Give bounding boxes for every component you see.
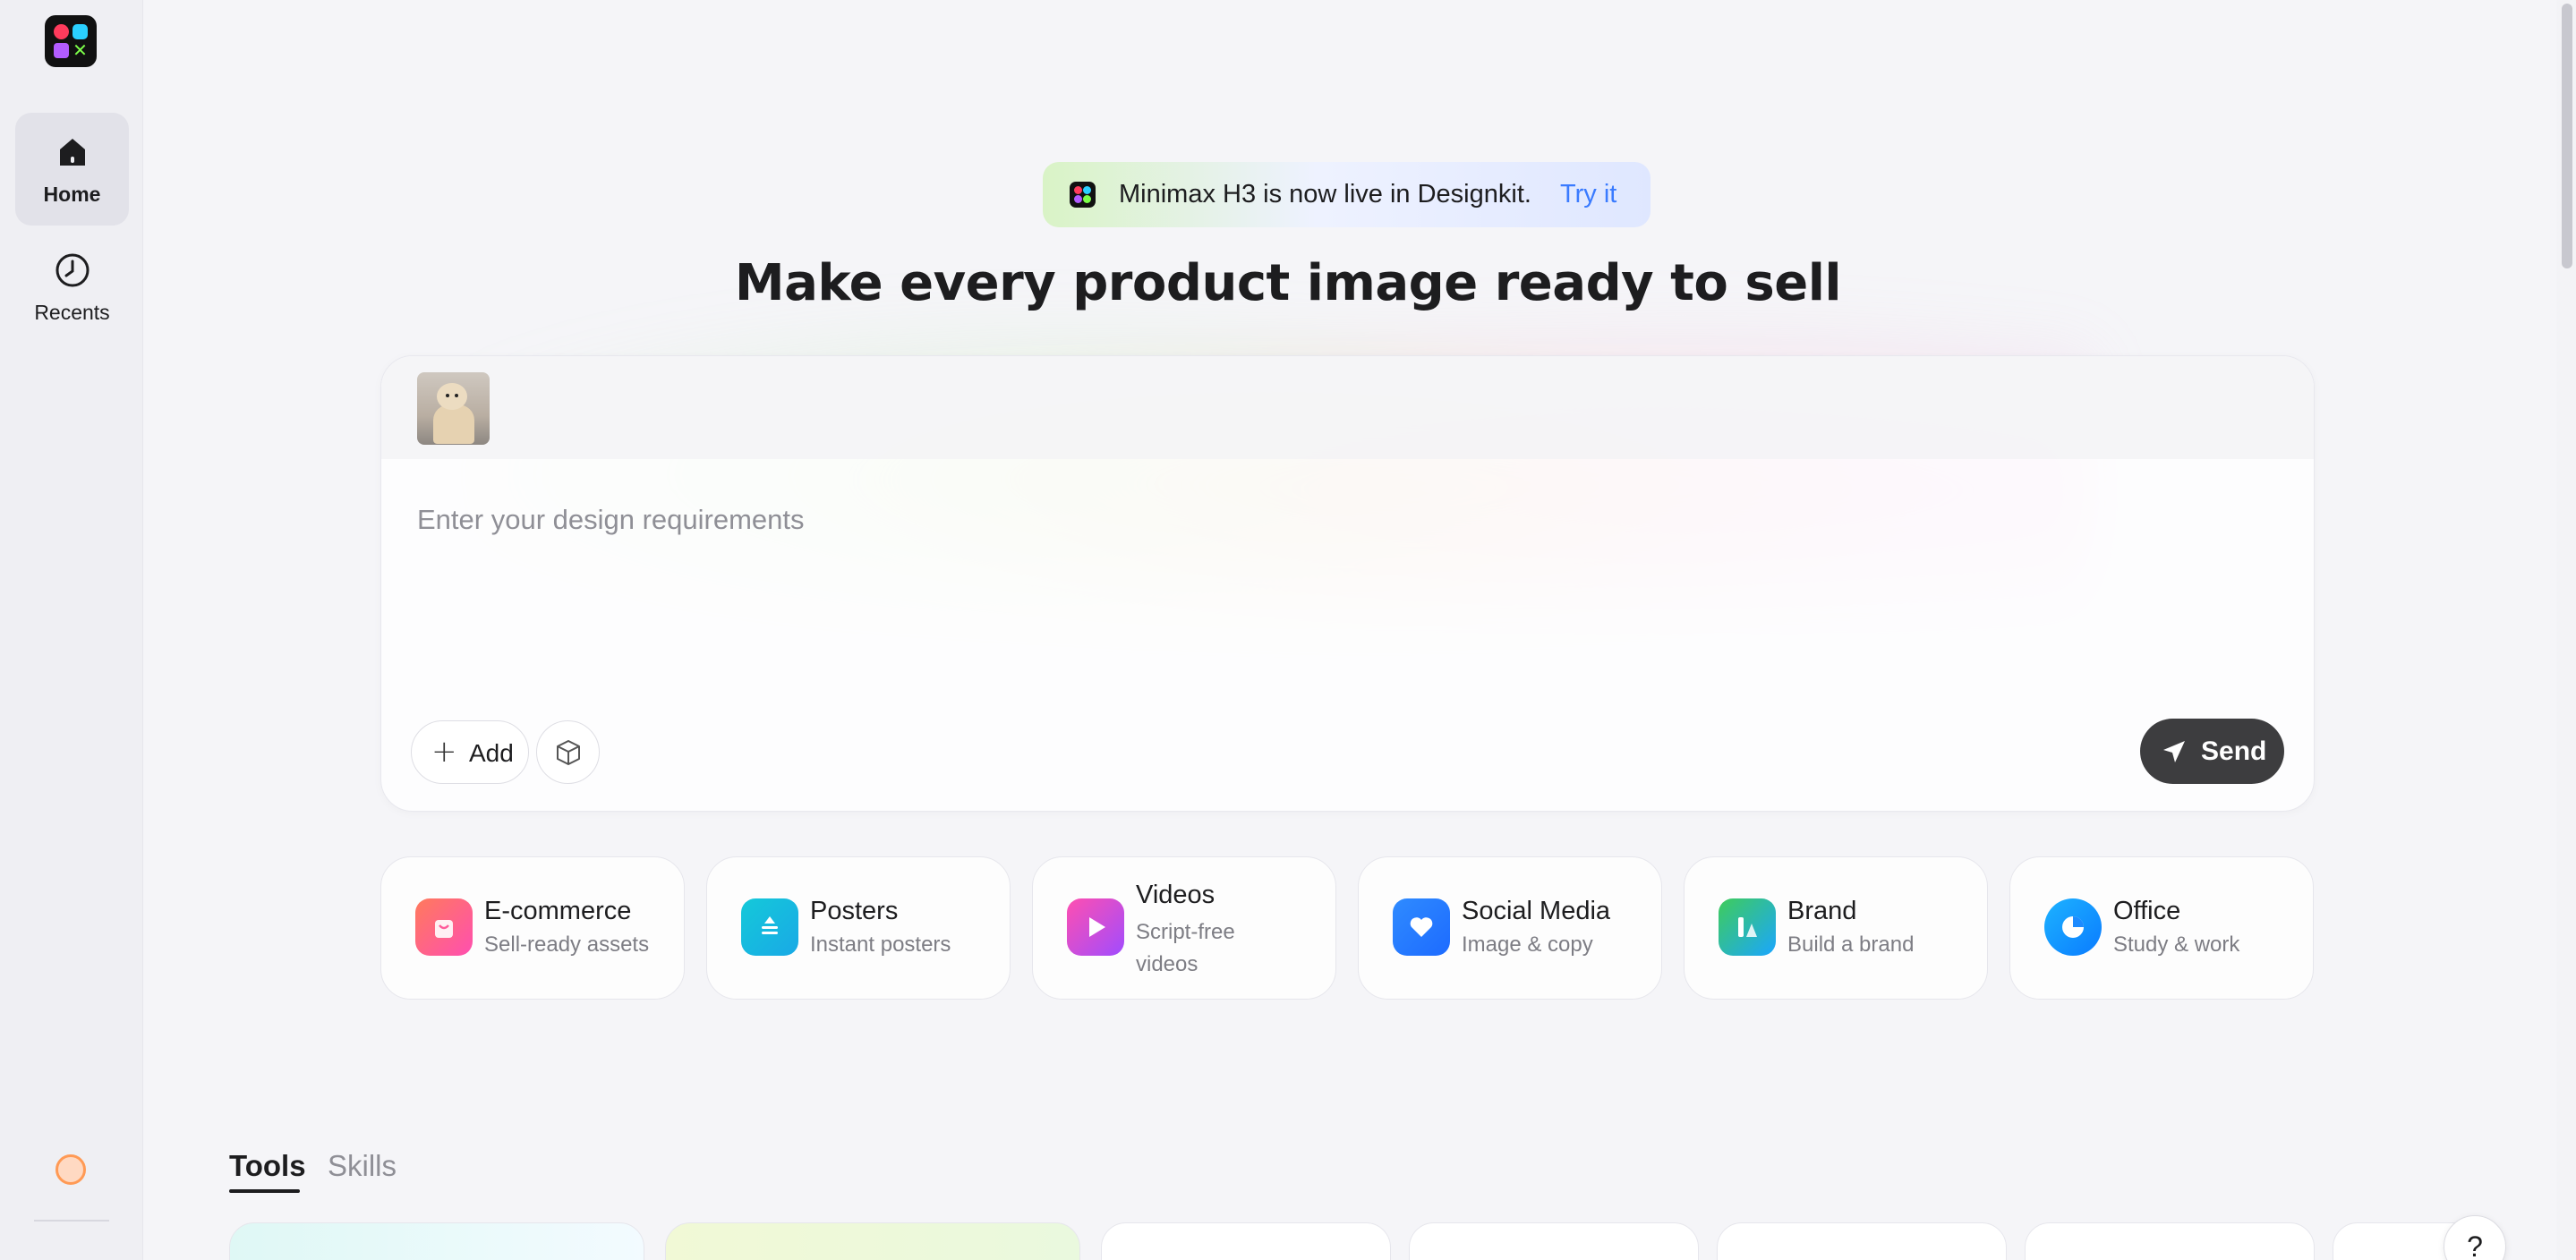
- category-subtitle: Study & work: [2113, 932, 2240, 957]
- announcement-banner[interactable]: Minimax H3 is now live in Designkit. Try…: [1043, 162, 1651, 227]
- tool-card[interactable]: [665, 1222, 1080, 1260]
- brand-icon: [1719, 898, 1776, 956]
- sidebar-item-home[interactable]: Home: [15, 113, 129, 226]
- tool-card[interactable]: [229, 1222, 644, 1260]
- sidebar-item-label: Home: [43, 183, 101, 206]
- tab-tools[interactable]: Tools: [229, 1149, 306, 1183]
- tab-skills[interactable]: Skills: [328, 1149, 397, 1183]
- category-videos[interactable]: Videos Script-free videos: [1032, 856, 1336, 1000]
- attachment-strip: [381, 356, 2314, 459]
- add-button-label: Add: [469, 739, 514, 767]
- 3d-model-button[interactable]: [536, 720, 600, 784]
- tool-card[interactable]: [1717, 1222, 2007, 1260]
- category-title: Posters: [810, 897, 899, 925]
- poster-icon: [741, 898, 798, 956]
- page-title: Make every product image ready to sell: [734, 254, 1842, 312]
- prompt-input[interactable]: Enter your design requirements: [417, 504, 805, 536]
- category-title: Videos: [1136, 881, 1215, 909]
- designkit-logo-icon: [1070, 182, 1096, 208]
- scrollbar-thumb[interactable]: [2562, 4, 2572, 268]
- category-title: Office: [2113, 897, 2181, 925]
- category-brand[interactable]: Brand Build a brand: [1684, 856, 1988, 1000]
- category-office[interactable]: Office Study & work: [2009, 856, 2314, 1000]
- category-posters[interactable]: Posters Instant posters: [706, 856, 1011, 1000]
- app-logo[interactable]: ✕: [45, 15, 97, 67]
- help-icon: ?: [2467, 1230, 2483, 1260]
- heart-icon: [1393, 898, 1450, 956]
- prompt-composer: Enter your design requirements + Add Sen…: [380, 355, 2315, 812]
- attached-image-thumbnail[interactable]: [417, 372, 490, 445]
- tool-card[interactable]: [1409, 1222, 1699, 1260]
- shopping-bag-icon: [415, 898, 473, 956]
- try-it-link[interactable]: Try it: [1560, 180, 1616, 209]
- category-ecommerce[interactable]: E-commerce Sell-ready assets: [380, 856, 685, 1000]
- category-title: E-commerce: [484, 897, 632, 925]
- category-title: Brand: [1787, 897, 1857, 925]
- category-social-media[interactable]: Social Media Image & copy: [1358, 856, 1662, 1000]
- play-icon: [1067, 898, 1124, 956]
- tool-card[interactable]: [2025, 1222, 2315, 1260]
- banner-text: Minimax H3 is now live in Designkit.: [1119, 180, 1531, 209]
- send-button[interactable]: Send: [2140, 719, 2284, 784]
- send-button-label: Send: [2201, 736, 2267, 766]
- category-subtitle: Instant posters: [810, 932, 951, 957]
- credits-icon[interactable]: [55, 1154, 86, 1185]
- send-icon: [2163, 741, 2185, 762]
- category-subtitle: Build a brand: [1787, 932, 1915, 957]
- add-button[interactable]: + Add: [411, 720, 529, 784]
- scrollbar[interactable]: [2556, 0, 2576, 1260]
- plus-icon: +: [431, 734, 457, 770]
- category-subtitle: Script-free videos: [1136, 920, 1235, 976]
- category-subtitle: Image & copy: [1462, 932, 1593, 957]
- active-tab-indicator: [229, 1189, 300, 1193]
- sidebar-divider: [34, 1220, 109, 1222]
- sidebar: ✕ Home Recents: [0, 0, 143, 1260]
- tool-card[interactable]: [1101, 1222, 1391, 1260]
- category-subtitle: Sell-ready assets: [484, 932, 650, 957]
- category-title: Social Media: [1462, 897, 1611, 925]
- pie-chart-icon: [2044, 898, 2102, 956]
- home-icon: [60, 139, 85, 166]
- cube-icon: [557, 740, 580, 765]
